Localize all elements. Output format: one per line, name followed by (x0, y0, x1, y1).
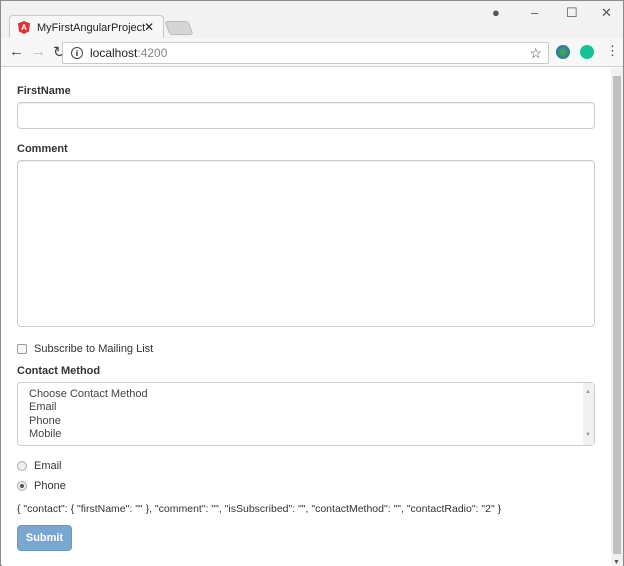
close-tab-icon[interactable]: ✕ (144, 20, 154, 34)
select-scrollbar[interactable]: ▲ ▼ (583, 383, 594, 445)
extension-icon[interactable] (556, 45, 570, 59)
radio-circle[interactable] (17, 461, 27, 471)
new-tab-button[interactable] (164, 21, 194, 35)
profile-icon[interactable]: ● (492, 5, 500, 20)
browser-window: A MyFirstAngularProject ✕ ● – ☐ ✕ ← → ↻ … (0, 0, 624, 566)
option[interactable]: Mobile (29, 428, 594, 441)
url-port: :4200 (137, 46, 168, 60)
submit-button[interactable]: Submit (17, 525, 72, 551)
radio-label: Email (34, 460, 62, 472)
angular-icon: A (18, 21, 30, 34)
close-window-icon[interactable]: ✕ (601, 5, 612, 21)
option[interactable]: Choose Contact Method (29, 388, 594, 401)
option[interactable]: Phone (29, 415, 594, 428)
url-host: localhost (90, 46, 138, 60)
radio-label: Phone (34, 480, 66, 492)
radio-phone[interactable]: Phone (17, 480, 66, 492)
checkbox-box[interactable] (17, 344, 27, 354)
comment-label: Comment (17, 143, 68, 155)
contact-method-label: Contact Method (17, 365, 101, 377)
subscribe-label: Subscribe to Mailing List (34, 343, 154, 355)
scroll-down-icon[interactable]: ▼ (613, 559, 620, 566)
scrollbar-thumb[interactable] (613, 76, 621, 554)
first-name-input[interactable] (17, 102, 595, 129)
bookmark-star-icon[interactable]: ☆ (529, 45, 542, 62)
contact-method-select[interactable]: Choose Contact Method Email Phone Mobile… (17, 382, 595, 446)
radio-email[interactable]: Email (17, 460, 62, 472)
address-bar[interactable]: i localhost:4200 ☆ (62, 42, 549, 64)
tab-title: MyFirstAngularProject (37, 21, 146, 34)
subscribe-checkbox[interactable]: Subscribe to Mailing List (17, 343, 153, 355)
first-name-label: FirstName (17, 85, 71, 97)
toolbar: ← → ↻ i localhost:4200 ☆ ⋮ (1, 38, 623, 67)
forward-icon[interactable]: → (31, 43, 46, 60)
grammarly-icon[interactable] (580, 45, 594, 59)
form-json-output: { "contact": { "firstName": "" }, "comme… (17, 503, 502, 515)
option[interactable]: Email (29, 401, 594, 414)
maximize-icon[interactable]: ☐ (566, 5, 578, 21)
radio-circle-selected[interactable] (17, 481, 27, 491)
comment-textarea[interactable] (17, 160, 595, 327)
menu-icon[interactable]: ⋮ (606, 43, 619, 59)
tab-strip: A MyFirstAngularProject ✕ ● – ☐ ✕ (1, 1, 623, 39)
page-scrollbar[interactable]: ▼ (611, 68, 623, 566)
browser-tab[interactable]: A MyFirstAngularProject ✕ (9, 15, 164, 39)
back-icon[interactable]: ← (9, 43, 24, 60)
minimize-icon[interactable]: – (531, 5, 538, 20)
info-icon[interactable]: i (71, 47, 83, 59)
